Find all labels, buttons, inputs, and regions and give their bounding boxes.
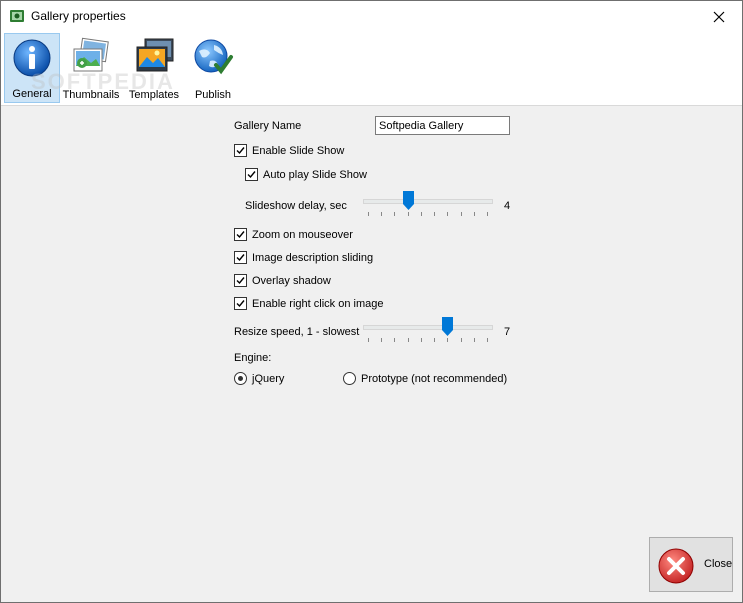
resize-speed-label: Resize speed, 1 - slowest (234, 326, 360, 338)
overlay-shadow-label: Overlay shadow (252, 275, 331, 287)
slider-tick (394, 338, 395, 342)
right-click-label: Enable right click on image (252, 298, 384, 310)
slider-tick (368, 212, 369, 216)
slider-ticks (363, 338, 493, 342)
slider-tick (394, 212, 395, 216)
app-icon (9, 8, 25, 24)
slider-tick (368, 338, 369, 342)
slider-tick (487, 338, 488, 342)
slideshow-delay-slider[interactable] (363, 191, 493, 216)
engine-label: Engine: (234, 352, 272, 364)
engine-jquery-label: jQuery (252, 373, 285, 385)
engine-prototype-label: Prototype (not recommended) (361, 373, 508, 385)
resize-speed-slider[interactable] (363, 317, 493, 342)
slider-tick (421, 212, 422, 216)
auto-play-label: Auto play Slide Show (263, 169, 367, 181)
right-click-checkbox[interactable] (234, 297, 247, 310)
slider-tick (408, 338, 409, 342)
slider-tick (487, 212, 488, 216)
checkmark-icon (236, 277, 245, 285)
slider-ticks (363, 212, 493, 216)
radio-selected-dot (238, 376, 243, 381)
slider-tick (447, 212, 448, 216)
slider-tick (461, 212, 462, 216)
resize-speed-value: 7 (504, 326, 511, 338)
error-close-icon (657, 547, 695, 588)
close-button-label: Close (704, 558, 733, 570)
slideshow-delay-value: 4 (504, 200, 511, 212)
slider-tick (408, 212, 409, 216)
slider-track (363, 199, 493, 204)
checkmark-icon (236, 254, 245, 262)
slider-tick (434, 212, 435, 216)
gallery-name-input[interactable] (375, 116, 510, 135)
tab-publish[interactable]: Publish (188, 33, 238, 103)
slider-tick (434, 338, 435, 342)
close-icon (713, 11, 725, 22)
description-sliding-label: Image description sliding (252, 252, 374, 264)
zoom-mouseover-checkbox[interactable] (234, 228, 247, 241)
description-sliding-checkbox[interactable] (234, 251, 247, 264)
auto-play-checkbox[interactable] (245, 168, 258, 181)
slider-tick (474, 338, 475, 342)
slider-tick (381, 338, 382, 342)
overlay-shadow-checkbox[interactable] (234, 274, 247, 287)
slider-tick (461, 338, 462, 342)
slider-thumb[interactable] (442, 317, 453, 336)
slider-tick (381, 212, 382, 216)
slider-tick (447, 338, 448, 342)
checkmark-icon (236, 300, 245, 308)
title-bar: Gallery properties (1, 1, 742, 32)
checkmark-icon (236, 231, 245, 239)
checkmark-icon (236, 147, 245, 155)
gallery-properties-window: Gallery properties General Thumbnails Te… (0, 0, 743, 603)
window-close-button[interactable] (696, 1, 742, 32)
close-button[interactable]: Close (649, 537, 733, 592)
globe-check-icon (194, 39, 233, 75)
engine-jquery-radio[interactable] (234, 372, 247, 385)
slider-thumb[interactable] (403, 191, 414, 210)
softpedia-watermark: SOFTPEDIA (31, 69, 175, 94)
enable-slideshow-label: Enable Slide Show (252, 145, 345, 157)
slider-tick (421, 338, 422, 342)
slider-tick (474, 212, 475, 216)
gallery-name-label: Gallery Name (234, 120, 302, 132)
tab-publish-label: Publish (194, 89, 232, 101)
zoom-mouseover-label: Zoom on mouseover (252, 229, 353, 241)
checkmark-icon (247, 171, 256, 179)
enable-slideshow-checkbox[interactable] (234, 144, 247, 157)
slider-track (363, 325, 493, 330)
engine-prototype-radio[interactable] (343, 372, 356, 385)
window-title: Gallery properties (31, 9, 126, 23)
slideshow-delay-label: Slideshow delay, sec (245, 200, 347, 212)
